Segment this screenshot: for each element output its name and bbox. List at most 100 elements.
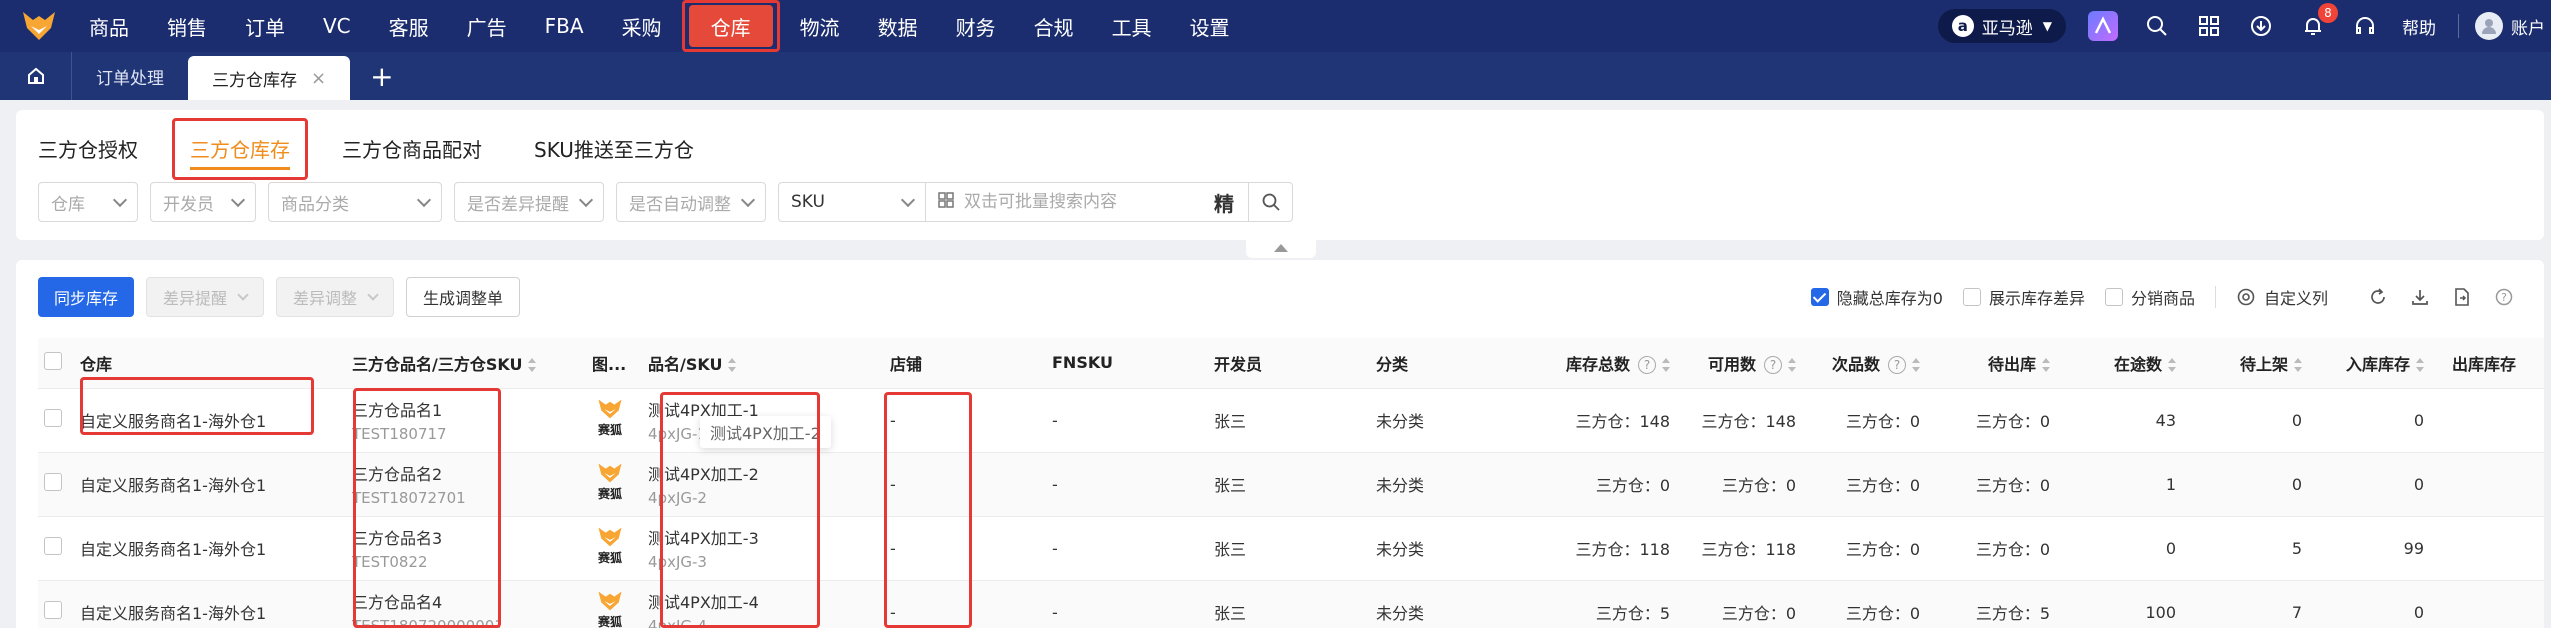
product-thumbnail[interactable]: 赛狐: [592, 462, 628, 506]
help-circle-icon[interactable]: ?: [1764, 356, 1782, 375]
item-name[interactable]: 测试4PX加工-2: [648, 461, 884, 485]
table-row[interactable]: 自定义服务商名1-海外仓1 三方仓品名2 TEST18072701 赛狐 测试4PX加工…: [38, 452, 2544, 517]
bell-icon[interactable]: 8: [2298, 3, 2338, 41]
col-available[interactable]: 可用数?: [1692, 338, 1818, 389]
help-circle-icon[interactable]: ?: [1638, 356, 1656, 375]
nav-item-warehouse[interactable]: 仓库: [681, 0, 780, 52]
nav-item-vc[interactable]: VC: [312, 0, 362, 52]
sort-icon[interactable]: [1662, 358, 1670, 373]
item-name[interactable]: 测试4PX加工-3: [648, 525, 884, 549]
table-row[interactable]: 自定义服务商名1-海外仓1 三方仓品名1 TEST180717 赛狐 测试4PX加工-1…: [38, 388, 2544, 453]
developer-select[interactable]: 开发员: [150, 182, 256, 222]
avatar[interactable]: [2475, 12, 2503, 40]
sort-icon[interactable]: [2042, 358, 2050, 373]
sort-icon[interactable]: [2294, 358, 2302, 373]
col-in-transit[interactable]: 在途数: [2072, 338, 2198, 389]
headset-icon[interactable]: [2350, 11, 2380, 41]
hide-zero-checkbox[interactable]: 隐藏总库存为0: [1810, 285, 1943, 309]
table-row[interactable]: 自定义服务商名1-海外仓1 三方仓品名3 TEST0822 赛狐 测试4PX加工-3 4p…: [38, 516, 2544, 581]
checkbox[interactable]: [1962, 288, 1981, 306]
nav-item-tools[interactable]: 工具: [1101, 0, 1163, 52]
checkbox[interactable]: [2104, 288, 2123, 306]
col-pending-shelf[interactable]: 待上架: [2198, 338, 2324, 389]
table-toolbar: 同步库存 差异提醒 差异调整 生成调整单: [38, 277, 532, 317]
sort-icon[interactable]: [2416, 358, 2424, 373]
nav-item-data[interactable]: 数据: [867, 0, 929, 52]
export-file-icon[interactable]: [2452, 287, 2472, 307]
refresh-icon[interactable]: [2368, 287, 2388, 307]
search-type-select[interactable]: SKU: [778, 182, 926, 222]
diff-alert-select[interactable]: 是否差异提醒: [454, 182, 604, 222]
nav-item-products[interactable]: 商品: [78, 0, 140, 52]
item-name[interactable]: 测试4PX加工-4: [648, 589, 884, 613]
diff-alert-button[interactable]: 差异提醒: [146, 277, 265, 317]
marketplace-selector[interactable]: a 亚马逊 ▼: [1937, 9, 2066, 43]
nav-item-purchasing[interactable]: 采购: [611, 0, 673, 52]
nav-item-customer-service[interactable]: 客服: [378, 0, 440, 52]
apps-grid-icon[interactable]: [2194, 11, 2224, 41]
subtab-sku-push[interactable]: SKU推送至三方仓: [534, 126, 694, 170]
table-row[interactable]: 自定义服务商名1-海外仓1 三方仓品名4 TEST180720000001 赛狐 测试4…: [38, 580, 2544, 628]
product-thumbnail[interactable]: 赛狐: [592, 398, 628, 442]
col-inbound[interactable]: 入库库存: [2324, 338, 2446, 389]
home-icon[interactable]: [0, 52, 72, 100]
nav-item-compliance[interactable]: 合规: [1023, 0, 1085, 52]
row-checkbox[interactable]: [44, 601, 62, 619]
sync-inventory-button[interactable]: 同步库存: [38, 277, 135, 317]
row-checkbox[interactable]: [44, 473, 62, 491]
checkbox-checked[interactable]: [1810, 288, 1829, 306]
nav-item-finance[interactable]: 财务: [945, 0, 1007, 52]
generate-adjustment-button[interactable]: 生成调整单: [406, 277, 521, 317]
distribution-checkbox[interactable]: 分销商品: [2104, 285, 2195, 309]
sort-icon[interactable]: [1912, 358, 1920, 373]
fox-logo-icon[interactable]: [0, 0, 78, 52]
nav-item-fba[interactable]: FBA: [534, 0, 595, 52]
collapse-filters-button[interactable]: [1246, 240, 1316, 258]
close-icon[interactable]: ×: [311, 68, 326, 89]
search-button[interactable]: [1248, 182, 1292, 222]
search-icon[interactable]: [2142, 11, 2172, 41]
row-checkbox[interactable]: [44, 409, 62, 427]
product-thumbnail[interactable]: 赛狐: [592, 526, 628, 570]
cell-name-sku: 测试4PX加工-2 4pxJG-2: [640, 452, 884, 517]
batch-grid-icon[interactable]: [938, 192, 954, 212]
warehouse-select[interactable]: 仓库: [38, 182, 138, 222]
nav-item-settings[interactable]: 设置: [1179, 0, 1241, 52]
subtab-3pl-inventory[interactable]: 三方仓库存: [172, 118, 308, 180]
auto-adjust-select[interactable]: 是否自动调整: [616, 182, 766, 222]
add-tab-button[interactable]: +: [350, 52, 413, 100]
account-menu[interactable]: 账户: [2511, 14, 2545, 39]
sort-icon[interactable]: [2168, 358, 2176, 373]
help-circle-icon[interactable]: ?: [2494, 287, 2514, 307]
sort-icon[interactable]: [728, 358, 737, 373]
nav-item-ads[interactable]: 广告: [456, 0, 518, 52]
select-all-checkbox[interactable]: [44, 351, 62, 370]
nav-item-sales[interactable]: 销售: [156, 0, 218, 52]
custom-columns-button[interactable]: 自定义列: [2236, 285, 2328, 309]
col-name-sku[interactable]: 品名/SKU: [640, 338, 884, 389]
exact-match-toggle[interactable]: 精: [1214, 188, 1234, 217]
sort-icon[interactable]: [528, 358, 537, 373]
ai-assistant-icon[interactable]: [2088, 11, 2118, 41]
col-pending-out[interactable]: 待出库: [1942, 338, 2072, 389]
tab-order-processing[interactable]: 订单处理: [72, 52, 188, 100]
subtab-3pl-product-match[interactable]: 三方仓商品配对: [342, 126, 482, 170]
nav-item-orders[interactable]: 订单: [234, 0, 296, 52]
col-defective[interactable]: 次品数?: [1818, 338, 1942, 389]
category-select[interactable]: 商品分类: [268, 182, 442, 222]
col-total[interactable]: 库存总数?: [1532, 338, 1692, 389]
diff-adjust-button[interactable]: 差异调整: [276, 277, 395, 317]
col-product[interactable]: 三方仓品名/三方仓SKU: [352, 338, 592, 389]
subtab-3pl-auth[interactable]: 三方仓授权: [38, 126, 138, 170]
help-circle-icon[interactable]: ?: [1888, 356, 1906, 375]
product-thumbnail[interactable]: 赛狐: [592, 590, 628, 628]
nav-item-logistics[interactable]: 物流: [789, 0, 851, 52]
show-diff-checkbox[interactable]: 展示库存差异: [1962, 285, 2085, 309]
row-checkbox[interactable]: [44, 537, 62, 555]
download-icon[interactable]: [2246, 11, 2276, 41]
download-icon[interactable]: [2410, 287, 2430, 307]
sort-icon[interactable]: [1788, 358, 1796, 373]
search-input[interactable]: [964, 192, 1214, 212]
tab-3pl-inventory[interactable]: 三方仓库存 ×: [188, 56, 351, 100]
help-link[interactable]: 帮助: [2402, 14, 2436, 39]
